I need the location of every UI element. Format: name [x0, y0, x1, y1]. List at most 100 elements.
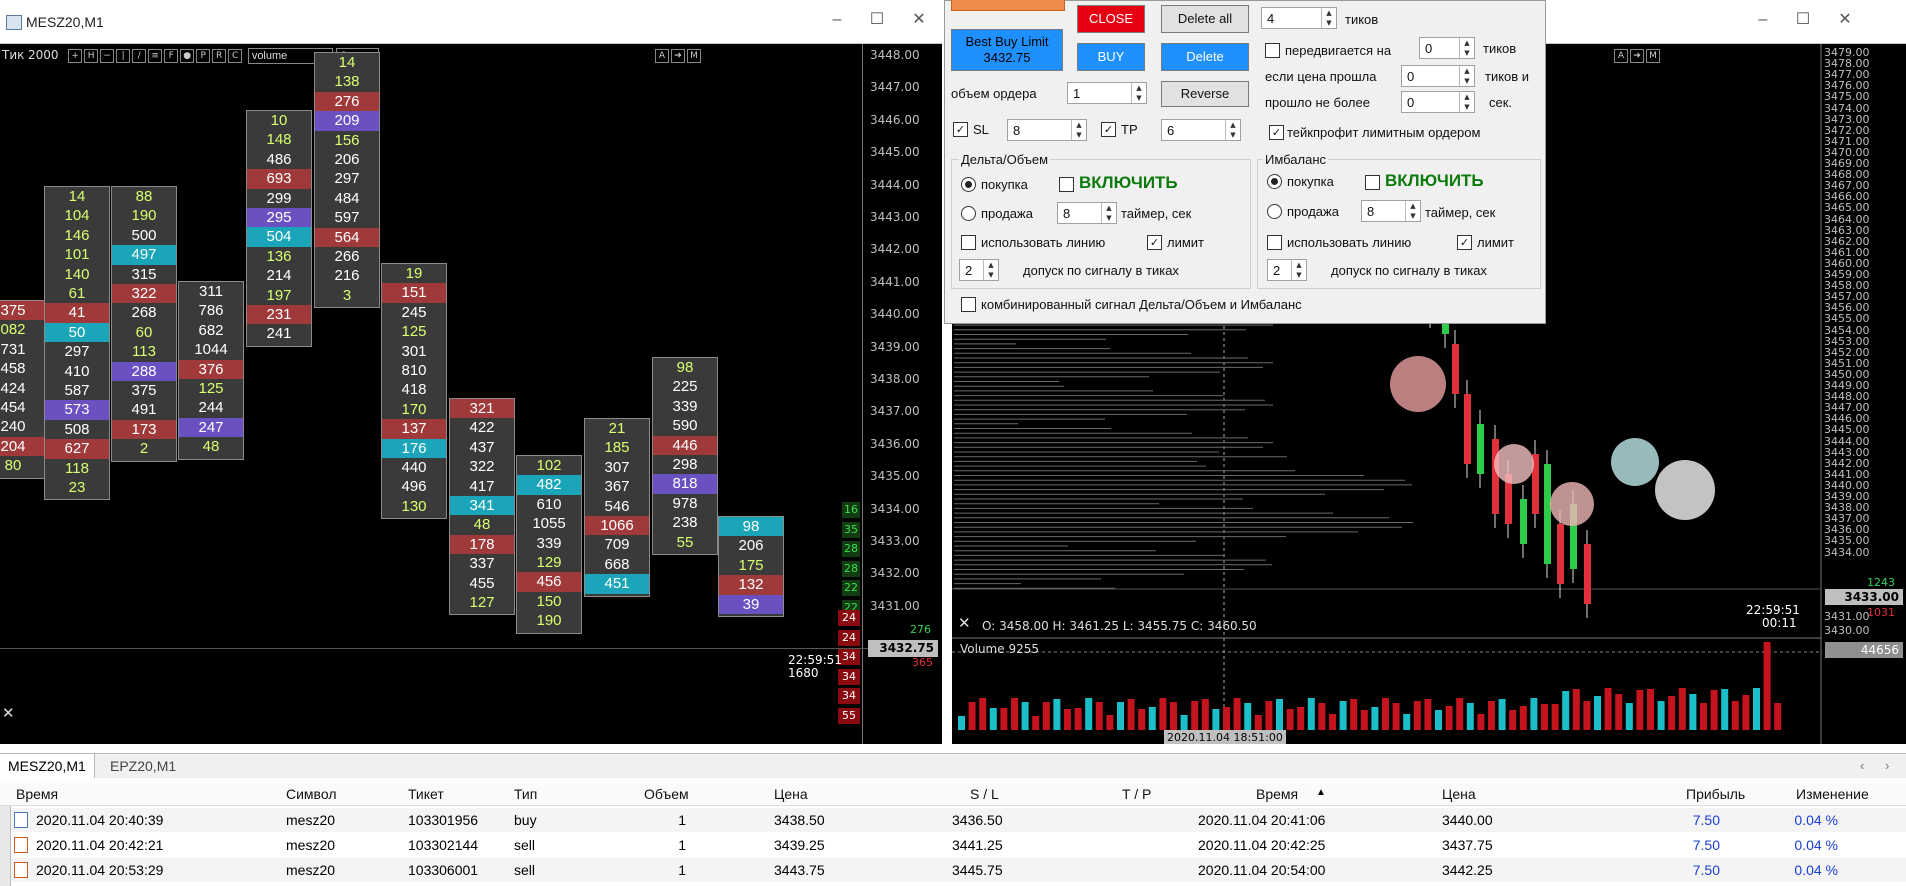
minimize-icon[interactable]: –	[828, 12, 846, 28]
tp-input[interactable]: 6 ▲ ▼	[1161, 119, 1241, 141]
imb-limit-checkbox[interactable]: ✓	[1457, 235, 1472, 250]
col-change[interactable]: Изменение	[1796, 786, 1869, 802]
col-volume[interactable]: Объем	[644, 786, 689, 802]
tab-mesz20[interactable]: MESZ20,M1	[0, 754, 95, 778]
shift-icon[interactable]: ➔	[671, 48, 685, 63]
spinner-icon[interactable]: ▲ ▼	[1101, 203, 1116, 223]
imb-sell-radio[interactable]	[1267, 204, 1282, 219]
col-symbol[interactable]: Символ	[286, 786, 336, 802]
footprint-cell: 225	[672, 378, 698, 396]
imb-tolerance-input[interactable]: 2 ▲ ▼	[1267, 259, 1307, 281]
col-profit[interactable]: Прибыль	[1686, 786, 1745, 802]
spinner-icon[interactable]: ▲ ▼	[1291, 260, 1306, 280]
magnet-icon[interactable]: M	[687, 48, 701, 63]
imb-buy-radio[interactable]	[1267, 174, 1282, 189]
table-cell-price: 3443.75	[774, 862, 825, 878]
spinner-icon[interactable]: ▲ ▼	[1071, 120, 1086, 140]
spinner-icon[interactable]: ▲ ▼	[1131, 83, 1146, 103]
moves-checkbox[interactable]	[1265, 43, 1280, 58]
tabs-scroll-left-icon[interactable]: ‹	[1860, 758, 1864, 773]
tabs-scroll-right-icon[interactable]: ›	[1885, 758, 1889, 773]
col-time[interactable]: Время	[16, 786, 58, 802]
delete-button[interactable]: Delete	[1161, 43, 1249, 71]
best-buy-limit-button[interactable]: Best Buy Limit 3432.75	[951, 29, 1063, 71]
table-row[interactable]: 2020.11.04 20:42:21 mesz20 103302144 sell 1 3…	[0, 833, 1906, 857]
close-button[interactable]: CLOSE	[1077, 5, 1145, 33]
spinner-icon[interactable]: ▲ ▼	[1459, 66, 1474, 86]
footprint-cell: 132	[719, 575, 783, 595]
left-window-titlebar[interactable]: MESZ20,M1 – ☐ ✕	[0, 0, 942, 44]
close-icon[interactable]: ✕	[1836, 12, 1854, 28]
tool-h-icon[interactable]: H	[84, 48, 99, 63]
minimize-icon[interactable]: –	[1754, 12, 1772, 28]
spinner-icon[interactable]: ▲ ▼	[1225, 120, 1240, 140]
tab-epz20[interactable]: EPZ20,M1	[102, 754, 184, 778]
tool-r-icon[interactable]: R	[212, 48, 227, 63]
table-cell-ticket: 103306001	[408, 862, 479, 878]
combined-checkbox[interactable]	[961, 297, 976, 312]
spinner-icon[interactable]: ▲ ▼	[983, 260, 998, 280]
sl-input[interactable]: 8 ▲ ▼	[1007, 119, 1087, 141]
spinner-icon[interactable]: ▲ ▼	[1459, 38, 1474, 58]
col-sl[interactable]: S / L	[970, 786, 999, 802]
imb-use-line-checkbox[interactable]	[1267, 235, 1282, 250]
col-close-price[interactable]: Цена	[1442, 786, 1476, 802]
imb-enable-checkbox[interactable]	[1365, 175, 1380, 190]
toolbox-side-tab[interactable]	[0, 806, 11, 886]
spinner-icon[interactable]: ▲ ▼	[1405, 201, 1420, 221]
maximize-icon[interactable]: ☐	[1794, 12, 1812, 28]
tp-limit-checkbox[interactable]: ✓	[1269, 125, 1284, 140]
tool-channel-icon[interactable]: ≡	[148, 48, 163, 63]
delete-all-button[interactable]: Delete all	[1161, 5, 1249, 33]
table-row[interactable]: 2020.11.04 20:53:29 mesz20 103306001 sell 1 3…	[0, 858, 1906, 882]
volume-bar	[1095, 702, 1103, 730]
bar-countdown-label: 00:11	[1762, 616, 1797, 630]
imb-timer-input[interactable]: 8 ▲ ▼	[1361, 200, 1421, 222]
orange-button[interactable]	[951, 0, 1065, 11]
crosshair-tool-icon[interactable]: ✕	[958, 614, 971, 632]
footprint-cell: 48	[202, 438, 220, 456]
close-icon[interactable]: ✕	[910, 12, 928, 28]
footprint-cell: 113	[132, 343, 156, 361]
moves-input[interactable]: 0 ▲ ▼	[1419, 37, 1475, 59]
auto-scroll-icon[interactable]: A	[655, 48, 669, 63]
order-volume-input[interactable]: 1 ▲ ▼	[1067, 82, 1147, 104]
footprint-chart[interactable]: Тик 2000 +H−|/≡F●PRC volume▼ 2 A➔M 37508…	[0, 44, 942, 744]
footprint-cell: 190	[536, 612, 562, 630]
ticks-input[interactable]: 4 ▲ ▼	[1261, 7, 1337, 29]
delta-timer-input[interactable]: 8 ▲ ▼	[1057, 202, 1117, 224]
crosshair-tool-icon[interactable]: ✕	[2, 704, 15, 722]
delta-buy-radio[interactable]	[961, 177, 976, 192]
col-ticket[interactable]: Тикет	[408, 786, 444, 802]
sl-checkbox[interactable]: ✓	[953, 122, 968, 137]
delta-enable-checkbox[interactable]	[1059, 177, 1074, 192]
col-tp[interactable]: T / P	[1122, 786, 1151, 802]
spinner-icon[interactable]: ▲ ▼	[1459, 92, 1474, 112]
col-price[interactable]: Цена	[774, 786, 808, 802]
delta-tolerance-input[interactable]: 2 ▲ ▼	[959, 259, 999, 281]
tool-plus-icon[interactable]: +	[68, 48, 83, 63]
tool-vline-icon[interactable]: |	[116, 48, 131, 63]
tool-minus-icon[interactable]: −	[100, 48, 115, 63]
tp-checkbox[interactable]: ✓	[1101, 122, 1116, 137]
tool-p-icon[interactable]: P	[196, 48, 211, 63]
maximize-icon[interactable]: ☐	[868, 12, 886, 28]
footprint-cell: 10	[270, 112, 288, 129]
tool-fib-icon[interactable]: F	[164, 48, 179, 63]
reverse-button[interactable]: Reverse	[1161, 81, 1249, 107]
delta-use-line-checkbox[interactable]	[961, 235, 976, 250]
if-price-input[interactable]: 0 ▲ ▼	[1401, 65, 1475, 87]
delta-limit-checkbox[interactable]: ✓	[1147, 235, 1162, 250]
tool-trend-icon[interactable]: /	[132, 48, 147, 63]
delta-sell-radio[interactable]	[961, 206, 976, 221]
col-type[interactable]: Тип	[514, 786, 537, 802]
buy-button[interactable]: BUY	[1077, 43, 1145, 71]
tool-circle-icon[interactable]: ●	[180, 48, 195, 63]
spinner-icon[interactable]: ▲ ▼	[1321, 8, 1336, 28]
col-close-time[interactable]: Время	[1256, 786, 1298, 802]
passed-input[interactable]: 0 ▲ ▼	[1401, 91, 1475, 113]
tool-c-icon[interactable]: C	[228, 48, 243, 63]
delta-tolerance-label: допуск по сигналу в тиках	[1023, 263, 1179, 278]
footprint-cell: 41	[45, 303, 109, 323]
table-row[interactable]: 2020.11.04 20:40:39 mesz20 103301956 buy 1 34…	[0, 808, 1906, 832]
